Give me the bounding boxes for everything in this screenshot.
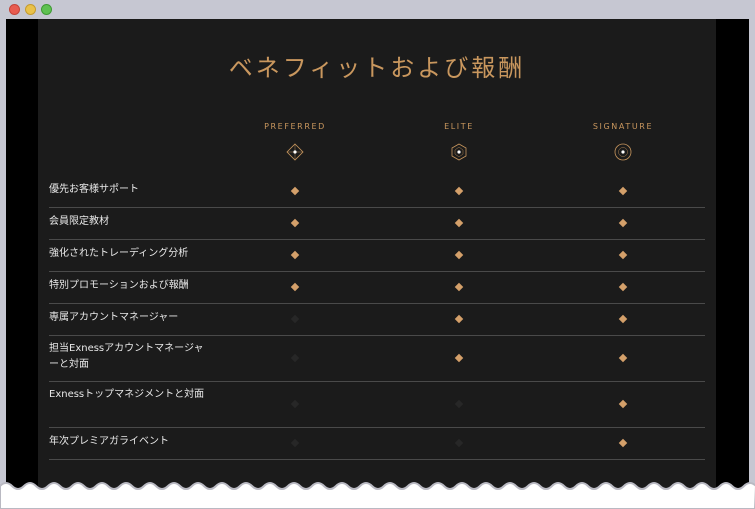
browser-window: ベネフィットおよび報酬 PREFERRED ELITE SIGNATURE 優先… <box>0 0 755 509</box>
benefit-label: 年次プレミアガライベント <box>49 436 169 447</box>
page-viewport: ベネフィットおよび報酬 PREFERRED ELITE SIGNATURE 優先… <box>6 19 749 489</box>
hexagon-dot-icon <box>451 143 467 161</box>
page-title: ベネフィットおよび報酬 <box>228 54 526 82</box>
benefit-label: 特別プロモーションおよび報酬 <box>49 280 189 291</box>
benefit-label: 優先お客様サポート <box>49 184 139 195</box>
benefit-label: 専属アカウントマネージャー <box>49 312 179 323</box>
minimize-window-button[interactable] <box>25 4 36 15</box>
diamond-dot-icon <box>286 143 304 161</box>
tier-preferred: PREFERRED <box>235 122 355 161</box>
tier-elite: ELITE <box>399 122 519 161</box>
window-titlebar <box>0 0 755 19</box>
benefits-panel: ベネフィットおよび報酬 PREFERRED ELITE SIGNATURE 優先… <box>38 19 716 489</box>
close-window-button[interactable] <box>9 4 20 15</box>
maximize-window-button[interactable] <box>41 4 52 15</box>
torn-edge <box>0 482 755 509</box>
tier-name: ELITE <box>444 122 474 131</box>
tier-signature: SIGNATURE <box>563 122 683 161</box>
circle-dot-icon <box>614 143 632 161</box>
tier-name: SIGNATURE <box>592 122 654 131</box>
benefit-label: 担当Exnessアカウントマネージャーと対面 <box>49 343 204 370</box>
benefit-label: Exnessトップマネジメントと対面 <box>49 389 205 400</box>
benefit-label: 強化されたトレーディング分析 <box>49 248 189 259</box>
tier-name: PREFERRED <box>264 122 326 131</box>
benefit-label: 会員限定教材 <box>49 216 109 227</box>
